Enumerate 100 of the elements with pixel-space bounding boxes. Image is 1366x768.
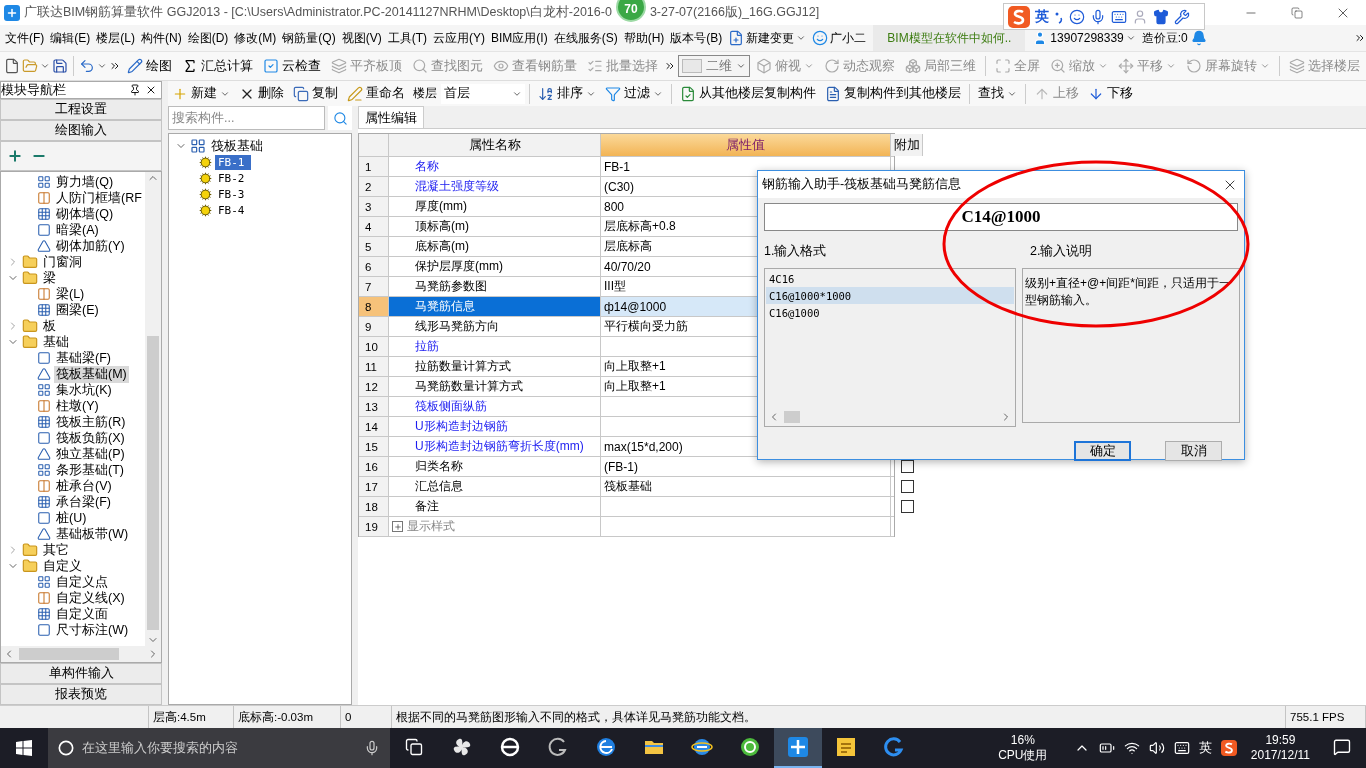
tree-item[interactable]: 人防门框墙(RF (54, 189, 144, 207)
component-item[interactable]: FB-4 (215, 202, 251, 218)
clock[interactable]: 19:59 2017/12/11 (1242, 733, 1318, 763)
caret-icon[interactable] (97, 61, 107, 71)
windows-logo-icon[interactable] (16, 740, 32, 756)
toolbar-button[interactable]: 删除 (235, 83, 288, 104)
menu-item[interactable]: 绘图(D) (184, 29, 232, 47)
menu-item[interactable]: BIM应用(I) (488, 29, 551, 47)
property-name[interactable]: 显示样式 (389, 517, 601, 536)
battery-icon[interactable] (1098, 740, 1115, 756)
browser-icon[interactable] (691, 736, 713, 758)
horizontal-scrollbar[interactable] (1, 646, 161, 662)
list-item[interactable]: C16@1000*1000 (766, 287, 1014, 304)
notepad-icon[interactable] (835, 736, 857, 758)
sigma-icon[interactable] (182, 58, 198, 74)
scroll-thumb[interactable] (147, 336, 159, 630)
input-field[interactable]: C14@1000 (764, 203, 1238, 231)
menu-item[interactable]: 楼层(L) (93, 29, 138, 47)
view-mode-select[interactable]: 二维 (678, 55, 750, 77)
tree-folder[interactable]: 基础 (41, 333, 71, 351)
tree-item[interactable]: 砌体墙(Q) (54, 205, 116, 223)
tree-item[interactable]: 基础板带(W) (54, 525, 131, 543)
vertical-scrollbar[interactable] (145, 172, 161, 646)
document-icon[interactable] (728, 30, 745, 46)
microphone-icon[interactable] (1090, 8, 1106, 25)
swirl-icon[interactable] (883, 736, 905, 758)
nav-button[interactable]: 绘图输入 (0, 120, 162, 141)
settings-icon[interactable] (1174, 8, 1190, 25)
menu-item[interactable]: 在线服务(S) (550, 29, 621, 47)
checkbox[interactable] (900, 480, 914, 493)
property-value[interactable]: 筏板基础 (601, 477, 891, 496)
taskbar-app[interactable] (774, 728, 822, 768)
menu-item[interactable]: 视图(V) (338, 29, 385, 47)
tree-folder[interactable]: 筏板基础 (209, 137, 265, 155)
toolbar-button[interactable]: 从其他楼层复制构件 (676, 83, 820, 104)
caret-icon[interactable] (736, 61, 746, 71)
menu-item[interactable]: 构件(N) (138, 29, 185, 47)
cpu-meter[interactable]: 16% CPU使用 (977, 733, 1068, 763)
dialog-button[interactable]: 取消 (1165, 441, 1222, 461)
user-icon[interactable] (1132, 8, 1148, 25)
pinwheel-icon[interactable] (451, 736, 473, 758)
taskbar-search[interactable]: 在这里输入你要搜索的内容 (48, 728, 390, 768)
toolbar-button[interactable]: 复制构件到其他楼层 (821, 83, 965, 104)
tree-item[interactable]: 梁(L) (54, 285, 87, 303)
scroll-thumb[interactable] (19, 648, 119, 660)
emoji-icon[interactable] (1069, 8, 1085, 25)
filter-icon[interactable] (605, 85, 621, 102)
copy-file-icon[interactable] (825, 85, 841, 102)
checkbox[interactable] (900, 460, 914, 473)
menu-item[interactable]: 编辑(E) (47, 29, 94, 47)
tree-item[interactable]: 暗梁(A) (54, 221, 101, 239)
floor-select[interactable]: 首层 (441, 83, 525, 104)
menu-item[interactable]: 工具(T) (384, 29, 430, 47)
task-view-icon[interactable] (405, 738, 423, 756)
tree-item[interactable]: 筏板基础(M) (54, 365, 129, 383)
overflow-icon[interactable] (109, 60, 121, 72)
nav-button[interactable]: 工程设置 (0, 99, 162, 120)
search-field[interactable]: 搜索构件... (168, 106, 325, 130)
check-square-icon[interactable] (263, 58, 279, 74)
menu-item[interactable]: 版本号(B) (667, 29, 726, 47)
tree-item[interactable]: 筏板主筋(R) (54, 413, 128, 431)
tree-item[interactable]: 承台梁(F) (54, 493, 113, 511)
menu-item[interactable]: 钢筋量(Q) (279, 29, 339, 47)
copy-file-icon[interactable] (680, 85, 696, 102)
property-value[interactable]: (FB-1) (601, 457, 891, 476)
assistant-button[interactable]: 广小二 (809, 29, 870, 47)
undo-icon[interactable] (79, 58, 95, 74)
keyboard-icon[interactable] (1173, 740, 1190, 756)
tree-item[interactable]: 自定义点 (54, 573, 110, 591)
tree-item[interactable]: 自定义线(X) (54, 589, 127, 607)
toolbar-button[interactable]: 查找 (974, 83, 1021, 104)
menu-item[interactable]: 文件(F) (2, 29, 48, 47)
nav-button[interactable]: 单构件输入 (0, 663, 162, 684)
tree-folder[interactable]: 梁 (41, 269, 58, 287)
mascot-icon[interactable] (812, 30, 829, 46)
language-indicator[interactable]: 英 (1198, 739, 1212, 757)
pencil-icon[interactable] (127, 58, 143, 74)
toolbar-button[interactable]: 绘图 (123, 55, 176, 77)
tab[interactable]: 属性编辑 (358, 106, 424, 128)
tree-item[interactable]: 剪力墙(Q) (54, 173, 116, 191)
component-item[interactable]: FB-2 (215, 170, 251, 186)
tree-item[interactable]: 筏板负筋(X) (54, 429, 127, 447)
tree-item[interactable]: 独立基础(P) (54, 445, 127, 463)
news-link[interactable]: BIM模型在软件中如何.. (873, 24, 1026, 52)
caret-icon[interactable] (1125, 33, 1136, 43)
wifi-icon[interactable] (1123, 740, 1140, 756)
notification-icon[interactable] (1333, 738, 1351, 756)
overflow-icon[interactable] (664, 60, 676, 72)
toolbar-button[interactable]: 云检查 (259, 55, 325, 77)
ime-logo-icon[interactable] (1220, 740, 1237, 756)
scroll-thumb[interactable] (784, 411, 800, 423)
tree-folder[interactable]: 其它 (41, 541, 71, 559)
tree-folder[interactable]: 门窗洞 (41, 253, 84, 271)
expand-all-icon[interactable] (7, 148, 23, 164)
toolbar-button[interactable]: 排序 (534, 83, 600, 104)
app-icon[interactable] (787, 736, 809, 758)
toolbar-button[interactable]: 过滤 (601, 83, 667, 104)
swirl-icon[interactable] (547, 736, 569, 758)
nav-button[interactable]: 报表预览 (0, 684, 162, 705)
menu-item[interactable]: 修改(M) (231, 29, 280, 47)
